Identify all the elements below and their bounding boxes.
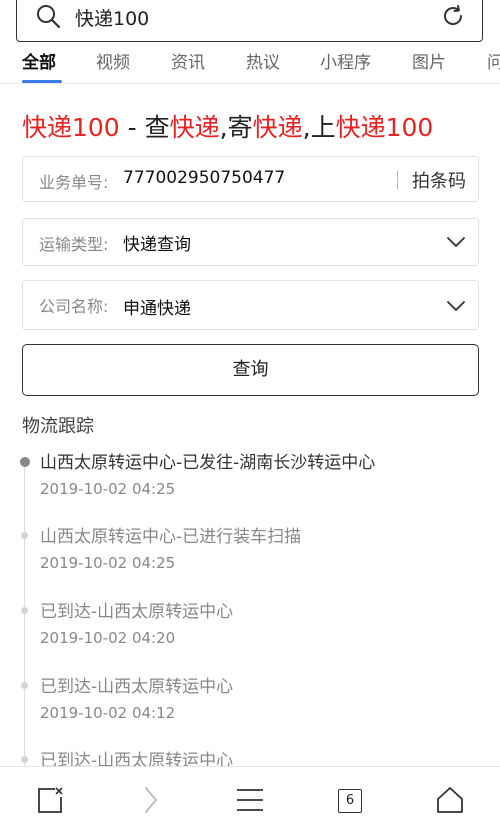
- timeline-item: 山西太原转运中心-已发往-湖南长沙转运中心 2019-10-02 04:25: [0, 448, 500, 522]
- tab-switcher-button[interactable]: 6: [338, 789, 362, 813]
- company-label: 公司名称:: [39, 297, 109, 316]
- forward-arrow-icon[interactable]: [136, 785, 166, 815]
- timeline-dot: [21, 682, 28, 689]
- title-brand: 快递100: [22, 113, 120, 142]
- query-button[interactable]: 查询: [22, 344, 479, 396]
- transport-type-label: 运输类型:: [39, 235, 109, 254]
- timeline-event-text: 已到达-山西太原转运中心: [40, 602, 234, 622]
- timeline-dot: [21, 532, 28, 539]
- search-icon[interactable]: [35, 3, 61, 29]
- tab-qa[interactable]: 问: [487, 48, 500, 73]
- tab-images[interactable]: 图片: [412, 48, 446, 73]
- timeline-event-text: 山西太原转运中心-已发往-湖南长沙转运中心: [40, 453, 376, 473]
- tab-mini-program[interactable]: 小程序: [320, 48, 371, 73]
- title-keyword: 快递: [252, 113, 303, 142]
- company-value: 申通快递: [123, 299, 191, 319]
- active-tab-indicator: [22, 80, 62, 83]
- field-divider: [397, 171, 398, 189]
- home-icon[interactable]: [435, 785, 465, 815]
- title-keyword: 快递: [169, 113, 220, 142]
- timeline-dot: [21, 607, 28, 614]
- company-select[interactable]: 公司名称: 申通快递: [22, 280, 479, 330]
- refresh-icon[interactable]: [440, 3, 466, 29]
- timeline-event-time: 2019-10-02 04:25: [40, 480, 176, 498]
- search-bar: 快递100: [0, 0, 500, 48]
- timeline-event-text: 山西太原转运中心-已进行装车扫描: [40, 527, 302, 547]
- timeline-event-text: 已到达-山西太原转运中心: [40, 677, 234, 697]
- chevron-down-icon[interactable]: [446, 232, 466, 252]
- timeline-dot: [20, 457, 30, 467]
- timeline-event-time: 2019-10-02 04:25: [40, 554, 176, 572]
- chevron-down-icon[interactable]: [446, 296, 466, 316]
- tracking-number-label: 业务单号:: [39, 173, 109, 192]
- title-part: ,寄: [219, 113, 253, 142]
- search-query-text[interactable]: 快递100: [75, 4, 149, 31]
- menu-icon[interactable]: [235, 785, 265, 815]
- tab-all[interactable]: 全部: [22, 48, 56, 73]
- close-page-icon[interactable]: [35, 785, 65, 815]
- tracking-number-value[interactable]: 777002950750477: [123, 168, 285, 188]
- result-title[interactable]: 快递100 - 查快递,寄快递,上快递100: [22, 108, 433, 144]
- search-category-tabs: 全部 视频 资讯 热议 小程序 图片 问: [0, 42, 500, 84]
- timeline-event-time: 2019-10-02 04:12: [40, 704, 176, 722]
- title-part: - 查: [119, 113, 170, 142]
- title-part: ,上: [302, 113, 336, 142]
- search-input[interactable]: 快递100: [16, 0, 483, 42]
- timeline-item: 已到达-山西太原转运中心 2019-10-02 04:12: [0, 672, 500, 746]
- tracking-number-field[interactable]: 业务单号: 777002950750477 拍条码: [22, 156, 479, 202]
- scan-barcode-button[interactable]: 拍条码: [412, 167, 466, 193]
- timeline-item: 已到达-山西太原转运中心 2019-10-02 04:20: [0, 597, 500, 671]
- timeline-item: 山西太原转运中心-已进行装车扫描 2019-10-02 04:25: [0, 522, 500, 596]
- browser-bottom-bar: 6: [0, 766, 500, 833]
- timeline-dot: [21, 756, 28, 763]
- tracking-title: 物流跟踪: [22, 416, 94, 437]
- timeline-event-time: 2019-10-02 04:20: [40, 629, 176, 647]
- transport-type-select[interactable]: 运输类型: 快递查询: [22, 218, 479, 266]
- transport-type-value: 快递查询: [123, 235, 191, 255]
- tab-video[interactable]: 视频: [96, 48, 130, 73]
- tab-news[interactable]: 资讯: [171, 48, 205, 73]
- tab-discussion[interactable]: 热议: [246, 48, 280, 73]
- title-brand: 快递100: [335, 113, 434, 142]
